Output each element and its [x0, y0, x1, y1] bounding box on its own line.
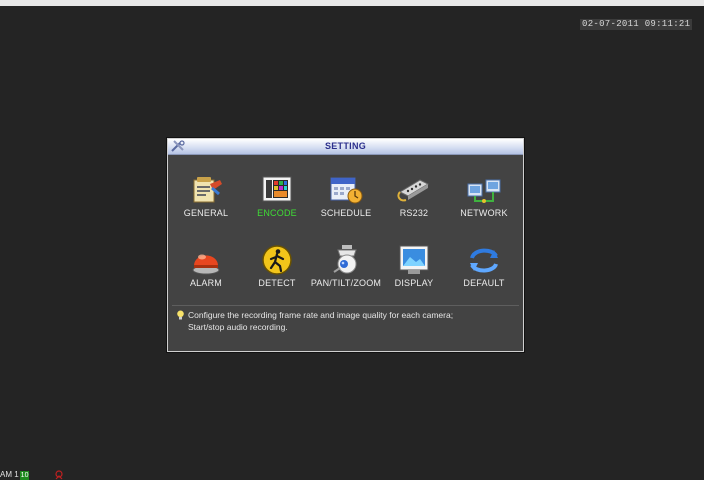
setting-dialog: SETTING GENERAL ENCODE SCHEDULE RS232 NE… [167, 138, 524, 352]
display-button[interactable]: DISPLAY [374, 244, 454, 304]
hint-box: Configure the recording frame rate and i… [176, 309, 516, 333]
encode-label: ENCODE [257, 208, 297, 218]
general-icon [193, 177, 222, 203]
camera-status: AM 1 10 [0, 470, 30, 480]
general-button[interactable]: GENERAL [166, 174, 246, 234]
rs232-label: RS232 [399, 208, 429, 218]
camera-label: AM 1 [0, 470, 19, 479]
hint-line-2: Start/stop audio recording. [188, 322, 288, 332]
rs232-button[interactable]: RS232 [374, 174, 454, 234]
default-label: DEFAULT [463, 278, 505, 288]
datetime-display: 02-07-2011 09:11:21 [580, 19, 693, 30]
encode-button[interactable]: ENCODE [237, 174, 317, 234]
dvr-screen: 02-07-2011 09:11:21 SETTING GENERAL ENCO… [0, 0, 704, 480]
hint-line-1: Configure the recording frame rate and i… [188, 310, 454, 320]
schedule-icon [330, 177, 363, 204]
default-icon [470, 248, 498, 273]
top-strip [0, 0, 704, 6]
alarm-label: ALARM [189, 278, 222, 288]
dialog-title: SETTING [324, 141, 367, 151]
default-button[interactable]: DEFAULT [444, 244, 524, 304]
display-label: DISPLAY [394, 278, 434, 288]
general-label: GENERAL [183, 208, 229, 218]
ptz-camera-icon [333, 245, 357, 274]
detect-icon [262, 245, 292, 275]
dialog-titlebar: SETTING [168, 139, 523, 155]
detect-button[interactable]: DETECT [237, 244, 317, 304]
dialog-divider [172, 305, 519, 306]
network-button[interactable]: NETWORK [444, 174, 524, 234]
network-icon [467, 179, 501, 203]
display-icon [399, 245, 429, 274]
alarm-button[interactable]: ALARM [166, 244, 246, 304]
alarm-icon [192, 254, 220, 275]
detect-label: DETECT [258, 278, 296, 288]
record-badge: 10 [19, 471, 30, 480]
alarm-status-icon [55, 470, 63, 480]
network-label: NETWORK [460, 208, 508, 218]
lightbulb-icon [177, 310, 184, 320]
encode-icon [262, 176, 292, 202]
rs232-icon [397, 179, 430, 202]
